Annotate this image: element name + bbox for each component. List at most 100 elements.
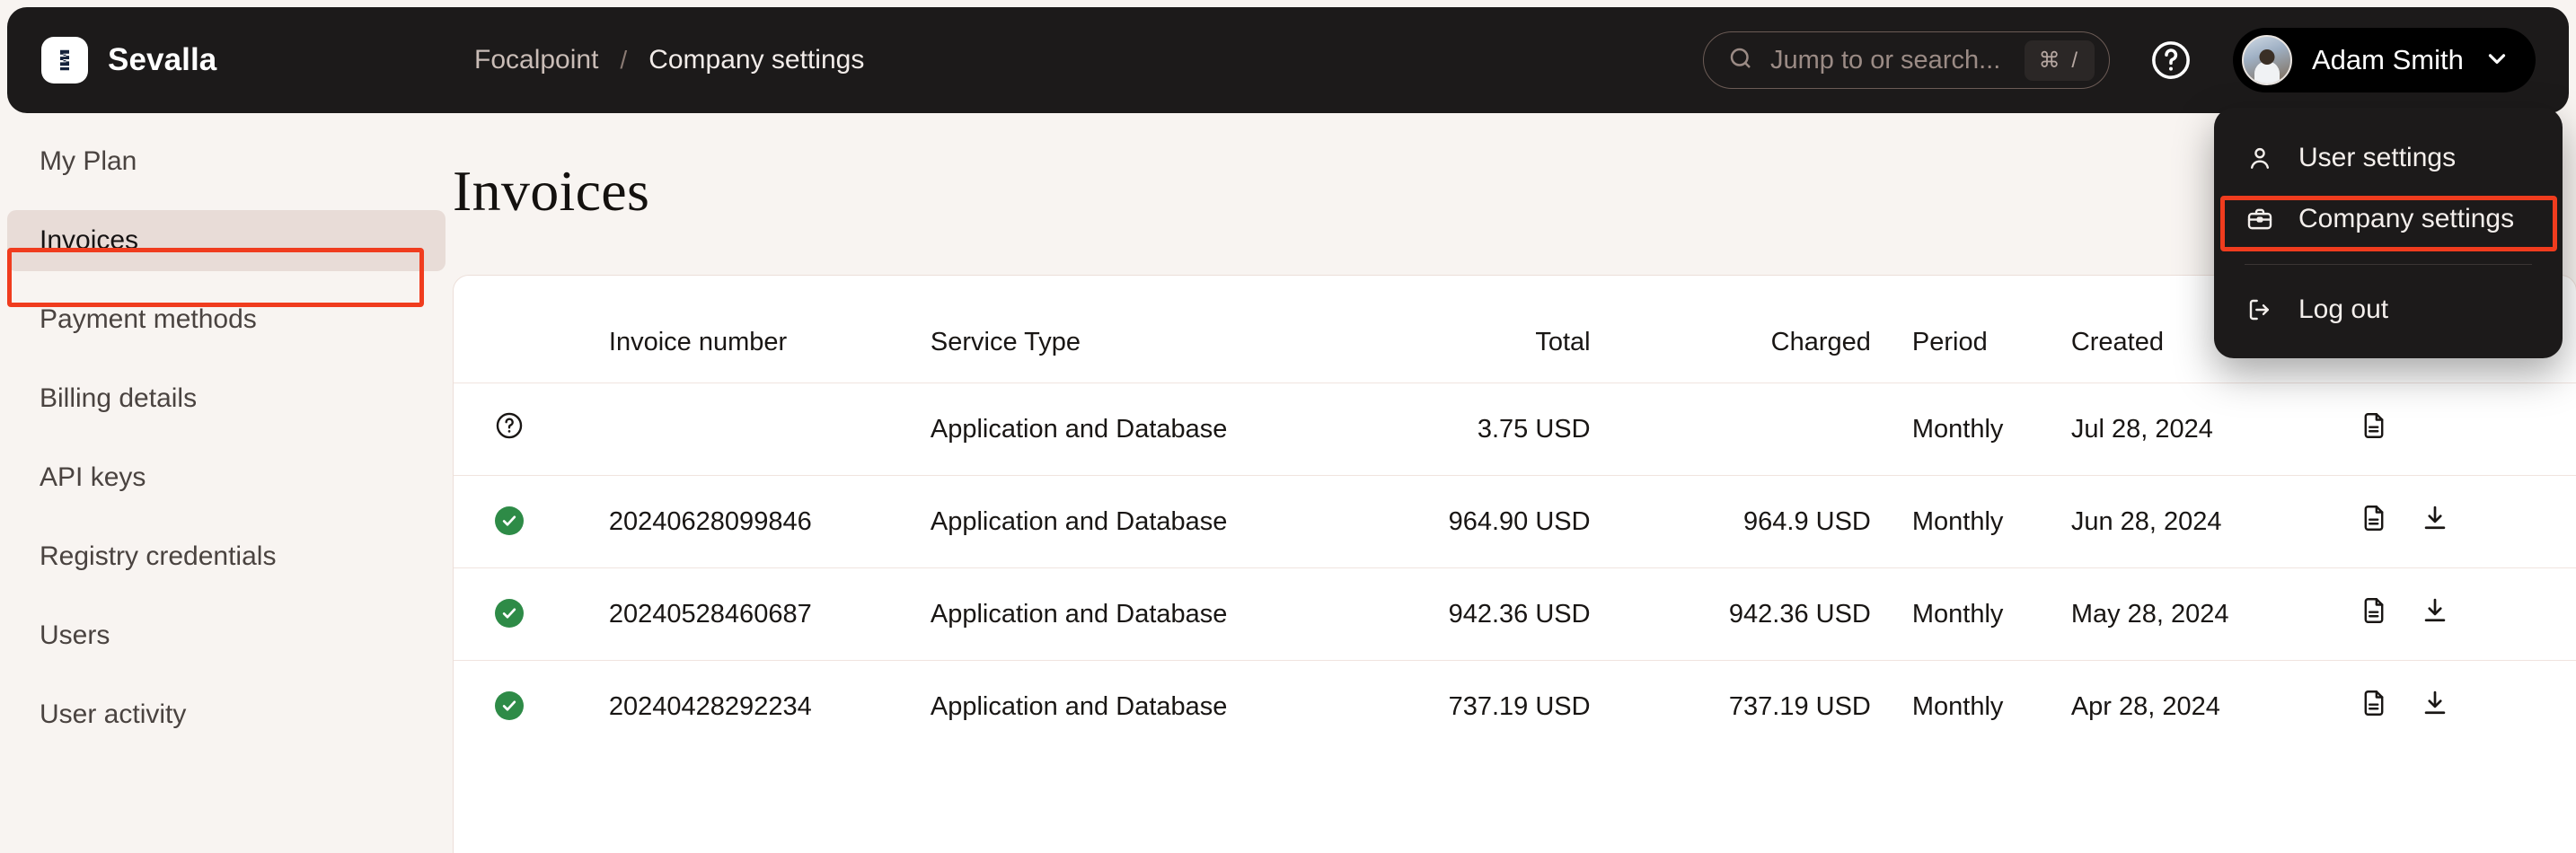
brand-logo[interactable]: Sevalla: [41, 37, 216, 84]
table-row[interactable]: 20240428292234 Application and Database …: [454, 661, 2576, 753]
document-icon[interactable]: [2359, 410, 2389, 448]
cell-total: 942.36 USD: [1323, 568, 1632, 661]
search-icon: [1727, 45, 1754, 76]
cell-service-type: Application and Database: [931, 383, 1323, 476]
check-circle-icon: [495, 599, 524, 628]
document-icon[interactable]: [2359, 503, 2389, 541]
sidebar-item-payment-methods[interactable]: Payment methods: [7, 289, 446, 350]
menu-item-label: User settings: [2298, 143, 2456, 173]
cell-service-type: Application and Database: [931, 568, 1323, 661]
sidebar-item-label: Billing details: [40, 383, 197, 414]
cell-invoice-number: 20240628099846: [566, 476, 931, 568]
sidebar: My Plan Invoices Payment methods Billing…: [0, 113, 453, 853]
cell-status: [454, 476, 566, 568]
menu-item-log-out[interactable]: Log out: [2214, 279, 2563, 340]
sidebar-item-users[interactable]: Users: [7, 605, 446, 666]
check-circle-icon: [495, 506, 524, 535]
help-circle-icon: [2148, 38, 2193, 83]
cell-invoice-number: 20240528460687: [566, 568, 931, 661]
cell-created: Jun 28, 2024: [2071, 476, 2351, 568]
menu-item-label: Log out: [2298, 295, 2388, 325]
sidebar-item-label: User activity: [40, 699, 186, 730]
top-navigation-bar: Sevalla Focalpoint / Company settings Ju…: [7, 7, 2569, 113]
breadcrumb-parent[interactable]: Focalpoint: [474, 45, 598, 75]
user-dropdown-menu: User settings Company settings Log out: [2214, 108, 2563, 358]
cell-actions: [2351, 661, 2576, 753]
sidebar-item-invoices[interactable]: Invoices: [7, 210, 446, 271]
briefcase-icon: [2245, 205, 2275, 233]
sidebar-spacer: [0, 350, 453, 368]
column-header-service-type: Service Type: [931, 276, 1323, 383]
cell-service-type: Application and Database: [931, 476, 1323, 568]
user-name: Adam Smith: [2312, 44, 2464, 76]
search-shortcut-badge: ⌘ /: [2025, 40, 2095, 81]
cell-charged: [1632, 383, 1912, 476]
sidebar-item-billing-details[interactable]: Billing details: [7, 368, 446, 429]
table-row[interactable]: Application and Database 3.75 USD Monthl…: [454, 383, 2576, 476]
cell-period: Monthly: [1912, 476, 2071, 568]
check-circle-icon: [495, 691, 524, 720]
cell-invoice-number: 20240428292234: [566, 661, 931, 753]
cell-charged: 964.9 USD: [1632, 476, 1912, 568]
sidebar-spacer: [0, 587, 453, 605]
invoices-card: Invoice number Service Type Total Charge…: [453, 275, 2576, 853]
user-menu-button[interactable]: Adam Smith: [2233, 28, 2536, 92]
sidebar-item-label: Users: [40, 620, 110, 651]
sidebar-spacer: [0, 192, 453, 210]
menu-item-user-settings[interactable]: User settings: [2214, 128, 2563, 189]
cell-status: [454, 383, 566, 476]
breadcrumb-current[interactable]: Company settings: [648, 45, 864, 75]
cell-total: 964.90 USD: [1323, 476, 1632, 568]
logout-icon: [2245, 295, 2275, 324]
sidebar-item-label: Payment methods: [40, 304, 257, 335]
download-icon[interactable]: [2420, 503, 2450, 541]
cell-invoice-number: [566, 383, 931, 476]
sidebar-spacer: [0, 508, 453, 526]
search-input[interactable]: Jump to or search... ⌘ /: [1703, 31, 2110, 89]
cell-total: 3.75 USD: [1323, 383, 1632, 476]
menu-item-label: Company settings: [2298, 204, 2514, 234]
cell-created: Apr 28, 2024: [2071, 661, 2351, 753]
column-header-invoice-number: Invoice number: [566, 276, 931, 383]
column-header-charged: Charged: [1632, 276, 1912, 383]
breadcrumb-separator: /: [620, 46, 627, 75]
table-row[interactable]: 20240528460687 Application and Database …: [454, 568, 2576, 661]
document-icon[interactable]: [2359, 595, 2389, 633]
breadcrumb: Focalpoint / Company settings: [474, 45, 864, 75]
search-placeholder: Jump to or search...: [1770, 46, 2008, 75]
cell-status: [454, 568, 566, 661]
cell-created: May 28, 2024: [2071, 568, 2351, 661]
app-root: Sevalla Focalpoint / Company settings Ju…: [0, 0, 2576, 853]
table-row[interactable]: 20240628099846 Application and Database …: [454, 476, 2576, 568]
cell-charged: 737.19 USD: [1632, 661, 1912, 753]
table-body: Application and Database 3.75 USD Monthl…: [454, 383, 2576, 753]
cell-actions: [2351, 568, 2576, 661]
column-header-total: Total: [1323, 276, 1632, 383]
sidebar-item-api-keys[interactable]: API keys: [7, 447, 446, 508]
sidebar-spacer: [0, 666, 453, 684]
sidebar-item-my-plan[interactable]: My Plan: [7, 131, 446, 192]
chevron-down-icon: [2483, 45, 2510, 76]
brand-name: Sevalla: [108, 42, 216, 78]
download-icon[interactable]: [2420, 688, 2450, 725]
menu-item-company-settings[interactable]: Company settings: [2214, 189, 2563, 250]
document-icon[interactable]: [2359, 688, 2389, 725]
sidebar-spacer: [0, 271, 453, 289]
sidebar-item-registry-credentials[interactable]: Registry credentials: [7, 526, 446, 587]
cell-period: Monthly: [1912, 383, 2071, 476]
cell-total: 737.19 USD: [1323, 661, 1632, 753]
sidebar-top-spacer: [0, 113, 453, 131]
cell-created: Jul 28, 2024: [2071, 383, 2351, 476]
sidebar-spacer: [0, 429, 453, 447]
help-button[interactable]: [2148, 38, 2193, 83]
menu-divider: [2245, 264, 2532, 265]
sidebar-item-user-activity[interactable]: User activity: [7, 684, 446, 745]
cell-period: Monthly: [1912, 568, 2071, 661]
question-circle-icon: [494, 418, 525, 447]
download-icon[interactable]: [2420, 595, 2450, 633]
cell-actions: [2351, 476, 2576, 568]
cell-period: Monthly: [1912, 661, 2071, 753]
avatar: [2242, 35, 2292, 85]
sidebar-item-label: My Plan: [40, 146, 137, 177]
sidebar-item-label: Registry credentials: [40, 541, 276, 572]
